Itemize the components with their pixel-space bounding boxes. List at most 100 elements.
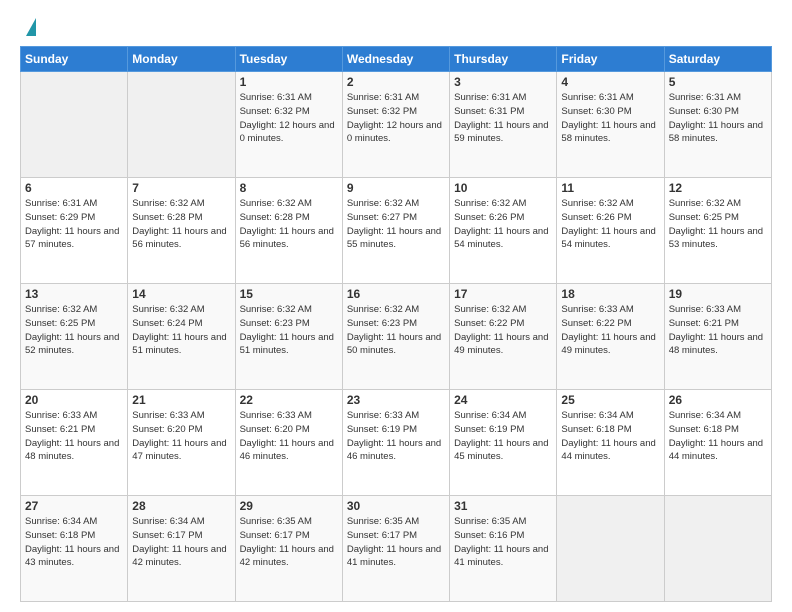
calendar-cell: 15 Sunrise: 6:32 AM Sunset: 6:23 PM Dayli… [235,284,342,390]
day-info: Sunrise: 6:33 AM Sunset: 6:20 PM Dayligh… [132,409,230,464]
calendar-cell: 19Sunrise: 6:33 AM Sunset: 6:21 PM Dayli… [664,284,771,390]
day-info: Sunrise: 6:31 AM Sunset: 6:32 PM Dayligh… [347,91,445,146]
day-info: Sunrise: 6:33 AM Sunset: 6:21 PM Dayligh… [25,409,123,464]
day-number: 13 [25,287,123,301]
calendar-cell: 6Sunrise: 6:31 AM Sunset: 6:29 PM Daylig… [21,178,128,284]
day-number: 29 [240,499,338,513]
day-number: 14 [132,287,230,301]
day-number: 8 [240,181,338,195]
calendar-cell: 17 Sunrise: 6:32 AM Sunset: 6:22 PM Dayli… [450,284,557,390]
day-info: Sunrise: 6:32 AM Sunset: 6:26 PM Dayligh… [561,197,659,252]
calendar-cell: 4 Sunrise: 6:31 AM Sunset: 6:30 PM Daylig… [557,72,664,178]
day-info: Sunrise: 6:33 AM Sunset: 6:22 PM Dayligh… [561,303,659,358]
calendar-cell: 10Sunrise: 6:32 AM Sunset: 6:26 PM Dayli… [450,178,557,284]
day-info: Sunrise: 6:31 AM Sunset: 6:29 PM Dayligh… [25,197,123,252]
day-number: 30 [347,499,445,513]
header [20,18,772,36]
calendar-cell: 29 Sunrise: 6:35 AM Sunset: 6:17 PM Dayli… [235,496,342,602]
day-info: Sunrise: 6:32 AM Sunset: 6:23 PM Dayligh… [240,303,338,358]
page: SundayMondayTuesdayWednesdayThursdayFrid… [0,0,792,612]
day-info: Sunrise: 6:34 AM Sunset: 6:18 PM Dayligh… [561,409,659,464]
day-info: Sunrise: 6:32 AM Sunset: 6:22 PM Dayligh… [454,303,552,358]
day-info: Sunrise: 6:34 AM Sunset: 6:19 PM Dayligh… [454,409,552,464]
calendar-cell: 5 Sunrise: 6:31 AM Sunset: 6:30 PM Daylig… [664,72,771,178]
calendar-cell: 23 Sunrise: 6:33 AM Sunset: 6:19 PM Dayli… [342,390,449,496]
week-row-4: 20 Sunrise: 6:33 AM Sunset: 6:21 PM Dayli… [21,390,772,496]
day-info: Sunrise: 6:35 AM Sunset: 6:16 PM Dayligh… [454,515,552,570]
day-info: Sunrise: 6:34 AM Sunset: 6:18 PM Dayligh… [669,409,767,464]
day-number: 22 [240,393,338,407]
weekday-wednesday: Wednesday [342,47,449,72]
weekday-monday: Monday [128,47,235,72]
day-info: Sunrise: 6:33 AM Sunset: 6:20 PM Dayligh… [240,409,338,464]
calendar-cell: 2 Sunrise: 6:31 AM Sunset: 6:32 PM Daylig… [342,72,449,178]
day-number: 23 [347,393,445,407]
week-row-1: 1 Sunrise: 6:31 AM Sunset: 6:32 PM Daylig… [21,72,772,178]
weekday-friday: Friday [557,47,664,72]
day-number: 18 [561,287,659,301]
calendar-cell: 28 Sunrise: 6:34 AM Sunset: 6:17 PM Dayli… [128,496,235,602]
logo-arrow-icon [26,18,36,36]
week-row-2: 6Sunrise: 6:31 AM Sunset: 6:29 PM Daylig… [21,178,772,284]
weekday-header-row: SundayMondayTuesdayWednesdayThursdayFrid… [21,47,772,72]
day-info: Sunrise: 6:34 AM Sunset: 6:17 PM Dayligh… [132,515,230,570]
day-number: 17 [454,287,552,301]
calendar-cell: 21Sunrise: 6:33 AM Sunset: 6:20 PM Dayli… [128,390,235,496]
day-info: Sunrise: 6:31 AM Sunset: 6:30 PM Dayligh… [561,91,659,146]
day-number: 15 [240,287,338,301]
day-number: 9 [347,181,445,195]
day-number: 2 [347,75,445,89]
day-info: Sunrise: 6:32 AM Sunset: 6:28 PM Dayligh… [132,197,230,252]
calendar-cell: 12Sunrise: 6:32 AM Sunset: 6:25 PM Dayli… [664,178,771,284]
weekday-thursday: Thursday [450,47,557,72]
weekday-sunday: Sunday [21,47,128,72]
day-number: 28 [132,499,230,513]
day-info: Sunrise: 6:32 AM Sunset: 6:23 PM Dayligh… [347,303,445,358]
day-number: 16 [347,287,445,301]
day-number: 7 [132,181,230,195]
day-number: 4 [561,75,659,89]
week-row-5: 27 Sunrise: 6:34 AM Sunset: 6:18 PM Dayli… [21,496,772,602]
calendar-cell: 11Sunrise: 6:32 AM Sunset: 6:26 PM Dayli… [557,178,664,284]
day-info: Sunrise: 6:34 AM Sunset: 6:18 PM Dayligh… [25,515,123,570]
calendar: SundayMondayTuesdayWednesdayThursdayFrid… [20,46,772,602]
day-info: Sunrise: 6:31 AM Sunset: 6:30 PM Dayligh… [669,91,767,146]
day-number: 1 [240,75,338,89]
calendar-cell: 1 Sunrise: 6:31 AM Sunset: 6:32 PM Daylig… [235,72,342,178]
day-number: 24 [454,393,552,407]
day-info: Sunrise: 6:35 AM Sunset: 6:17 PM Dayligh… [347,515,445,570]
calendar-cell: 30 Sunrise: 6:35 AM Sunset: 6:17 PM Dayli… [342,496,449,602]
day-info: Sunrise: 6:31 AM Sunset: 6:32 PM Dayligh… [240,91,338,146]
day-number: 25 [561,393,659,407]
calendar-cell: 27 Sunrise: 6:34 AM Sunset: 6:18 PM Dayli… [21,496,128,602]
weekday-tuesday: Tuesday [235,47,342,72]
calendar-cell: 22 Sunrise: 6:33 AM Sunset: 6:20 PM Dayli… [235,390,342,496]
day-number: 12 [669,181,767,195]
calendar-cell: 18 Sunrise: 6:33 AM Sunset: 6:22 PM Dayli… [557,284,664,390]
day-info: Sunrise: 6:33 AM Sunset: 6:19 PM Dayligh… [347,409,445,464]
calendar-cell [557,496,664,602]
calendar-cell: 13 Sunrise: 6:32 AM Sunset: 6:25 PM Dayli… [21,284,128,390]
calendar-cell: 16 Sunrise: 6:32 AM Sunset: 6:23 PM Dayli… [342,284,449,390]
day-number: 26 [669,393,767,407]
calendar-cell: 24 Sunrise: 6:34 AM Sunset: 6:19 PM Dayli… [450,390,557,496]
calendar-cell: 14 Sunrise: 6:32 AM Sunset: 6:24 PM Dayli… [128,284,235,390]
day-info: Sunrise: 6:35 AM Sunset: 6:17 PM Dayligh… [240,515,338,570]
day-info: Sunrise: 6:32 AM Sunset: 6:25 PM Dayligh… [25,303,123,358]
calendar-cell: 25 Sunrise: 6:34 AM Sunset: 6:18 PM Dayli… [557,390,664,496]
calendar-cell: 7 Sunrise: 6:32 AM Sunset: 6:28 PM Daylig… [128,178,235,284]
day-number: 27 [25,499,123,513]
day-number: 31 [454,499,552,513]
day-info: Sunrise: 6:32 AM Sunset: 6:24 PM Dayligh… [132,303,230,358]
calendar-cell [21,72,128,178]
calendar-cell: 26 Sunrise: 6:34 AM Sunset: 6:18 PM Dayli… [664,390,771,496]
day-number: 5 [669,75,767,89]
day-number: 10 [454,181,552,195]
day-number: 20 [25,393,123,407]
day-info: Sunrise: 6:32 AM Sunset: 6:28 PM Dayligh… [240,197,338,252]
day-number: 19 [669,287,767,301]
week-row-3: 13 Sunrise: 6:32 AM Sunset: 6:25 PM Dayli… [21,284,772,390]
day-number: 3 [454,75,552,89]
calendar-cell: 8 Sunrise: 6:32 AM Sunset: 6:28 PM Daylig… [235,178,342,284]
calendar-cell: 9Sunrise: 6:32 AM Sunset: 6:27 PM Daylig… [342,178,449,284]
